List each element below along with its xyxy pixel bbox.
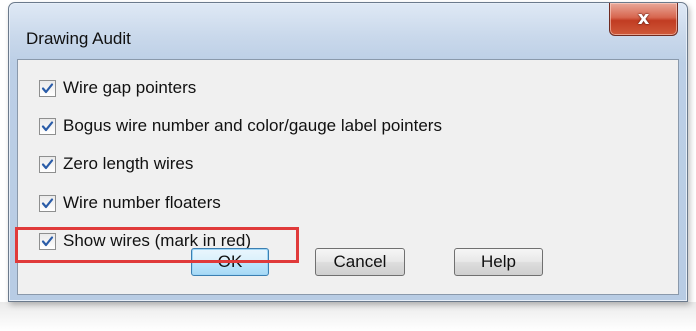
option-wire-gap-pointers[interactable]: Wire gap pointers <box>39 76 196 100</box>
checkmark-icon <box>41 82 54 93</box>
highlight-annotation <box>15 227 299 263</box>
option-bogus-wire-number-pointers[interactable]: Bogus wire number and color/gauge label … <box>39 114 442 138</box>
window-shadow <box>0 302 696 331</box>
checkbox[interactable] <box>39 194 56 212</box>
dialog-title: Drawing Audit <box>26 29 131 48</box>
title-bar[interactable]: Drawing Audit x <box>9 3 687 59</box>
help-button[interactable]: Help <box>454 248 543 276</box>
option-wire-number-floaters[interactable]: Wire number floaters <box>39 191 221 215</box>
checkbox[interactable] <box>39 155 56 173</box>
checkmark-icon <box>41 120 54 131</box>
option-label: Zero length wires <box>63 154 194 173</box>
checkbox[interactable] <box>39 117 56 135</box>
close-icon: x <box>637 8 650 29</box>
option-label: Bogus wire number and color/gauge label … <box>63 116 442 135</box>
checkbox[interactable] <box>39 79 56 97</box>
option-label: Wire number floaters <box>63 193 221 212</box>
close-button[interactable]: x <box>609 3 678 36</box>
cancel-button[interactable]: Cancel <box>315 248 405 276</box>
checkmark-icon <box>41 158 54 169</box>
option-zero-length-wires[interactable]: Zero length wires <box>39 152 193 176</box>
checkmark-icon <box>41 197 54 208</box>
option-label: Wire gap pointers <box>63 78 197 97</box>
